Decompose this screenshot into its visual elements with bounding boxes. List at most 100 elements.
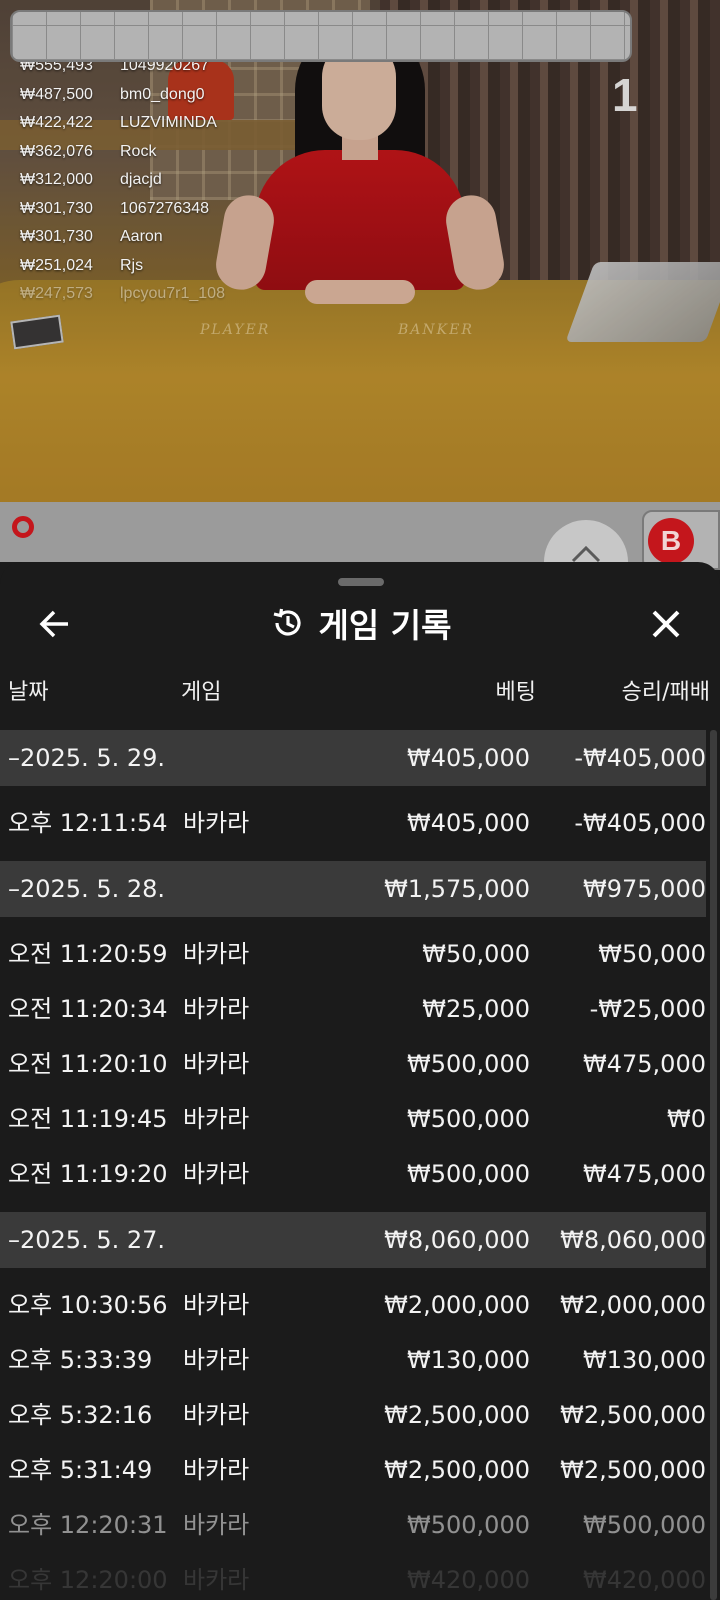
row-time: 오전 11:19:20 [8,1160,168,1188]
player-circle-icon [12,516,34,538]
column-header-game[interactable]: 게임 [181,674,221,706]
winner-amount: ₩247,573 [20,285,93,302]
history-row[interactable]: 오후 5:32:16 바카라 ₩2,500,000 ₩2,500,000 [0,1388,706,1443]
history-row[interactable]: 오후 12:20:00 바카라 ₩420,000 ₩420,000 [0,1553,706,1600]
winner-name: Aaron [120,228,163,245]
history-row[interactable]: 오전 11:20:10 바카라 ₩500,000 ₩475,000 [0,1037,706,1092]
row-result: ₩475,000 [583,1050,706,1078]
group-bet: ₩405,000 [407,744,530,772]
row-time: 오후 5:33:39 [8,1346,153,1374]
row-game: 바카라 [183,1050,250,1078]
row-time: 오전 11:20:59 [8,940,168,968]
row-game: 바카라 [183,1160,250,1188]
row-bet: ₩50,000 [422,940,530,968]
history-row[interactable]: 오전 11:20:59 바카라 ₩50,000 ₩50,000 [0,927,706,982]
row-game: 바카라 [183,1511,250,1539]
date-group-row[interactable]: –2025. 5. 29. ₩405,000 -₩405,000 [0,730,706,786]
row-bet: ₩25,000 [422,995,530,1023]
history-row[interactable]: 오후 5:33:39 바카라 ₩130,000 ₩130,000 [0,1333,706,1388]
date-group-row[interactable]: –2025. 5. 27. ₩8,060,000 ₩8,060,000 [0,1212,706,1268]
winner-name: bm0_dong0 [120,85,205,103]
row-time: 오후 12:20:31 [8,1511,168,1539]
row-game: 바카라 [183,809,250,837]
row-time: 오후 5:31:49 [8,1456,153,1484]
row-bet: ₩500,000 [407,1160,530,1188]
winner-name: 1067276348 [120,199,209,217]
row-result: ₩475,000 [583,1160,706,1188]
winner-name: Rjs [120,256,144,274]
history-icon [273,608,301,636]
winner-amount: ₩362,076 [20,142,93,160]
winner-amount: ₩301,730 [20,199,93,217]
row-game: 바카라 [183,1346,250,1374]
row-game: 바카라 [183,1456,250,1484]
group-date: –2025. 5. 29. [8,744,166,772]
history-row[interactable]: 오전 11:20:34 바카라 ₩25,000 -₩25,000 [0,982,706,1037]
row-game: 바카라 [183,940,250,968]
row-result: -₩405,000 [574,809,706,837]
date-group-row[interactable]: –2025. 5. 28. ₩1,575,000 ₩975,000 [0,861,706,917]
chevron-up-icon [571,545,601,563]
group-bet: ₩8,060,000 [384,1226,530,1254]
column-header-date[interactable]: 날짜 [8,674,48,706]
row-result: ₩2,500,000 [560,1456,706,1484]
close-button[interactable] [644,602,688,646]
row-time: 오후 10:30:56 [8,1291,168,1319]
history-row[interactable]: 오전 11:19:45 바카라 ₩500,000 ₩0 [0,1092,706,1147]
winner-row: ₩301,730 1067276348 [20,195,225,224]
row-bet: ₩2,000,000 [384,1291,530,1319]
winner-name: lpcyou7r1_108 [120,285,225,302]
column-header-bet[interactable]: 베팅 [496,674,536,706]
group-result: -₩405,000 [574,744,706,772]
winner-row: ₩362,076 Rock [20,138,225,167]
row-bet: ₩500,000 [407,1511,530,1539]
row-bet: ₩405,000 [407,809,530,837]
history-row[interactable]: 오전 11:19:20 바카라 ₩500,000 ₩475,000 [0,1147,706,1202]
row-time: 오전 11:19:45 [8,1105,168,1133]
row-time: 오전 11:20:34 [8,995,168,1023]
history-scrollbar[interactable] [710,730,717,1600]
row-result: ₩500,000 [583,1511,706,1539]
row-time: 오후 12:11:54 [8,809,168,837]
row-bet: ₩2,500,000 [384,1456,530,1484]
history-row[interactable]: 오후 5:31:49 바카라 ₩2,500,000 ₩2,500,000 [0,1443,706,1498]
column-header-result[interactable]: 승리/패배 [622,674,710,706]
winner-name: LUZVIMINDA [120,114,217,131]
row-game: 바카라 [183,995,250,1023]
close-icon [652,610,680,638]
row-bet: ₩500,000 [407,1050,530,1078]
history-row[interactable]: 오후 10:30:56 바카라 ₩2,000,000 ₩2,000,000 [0,1278,706,1333]
history-list: –2025. 5. 29. ₩405,000 -₩405,000 오후 12:1… [0,730,706,1600]
history-row[interactable]: 오후 12:11:54 바카라 ₩405,000 -₩405,000 [0,796,706,851]
row-result: ₩50,000 [598,940,706,968]
row-bet: ₩2,500,000 [384,1401,530,1429]
winner-row: ₩301,730 Aaron [20,223,225,252]
group-date: –2025. 5. 28. [8,875,166,903]
winner-amount: ₩422,422 [20,114,93,131]
winner-amount: ₩487,500 [20,85,93,103]
row-bet: ₩130,000 [407,1346,530,1374]
winner-amount: ₩251,024 [20,256,93,274]
sheet-header: 게임 기록 [0,598,720,648]
row-time: 오후 5:32:16 [8,1401,153,1429]
row-result: ₩2,000,000 [560,1291,706,1319]
history-row[interactable]: 오후 12:20:31 바카라 ₩500,000 ₩500,000 [0,1498,706,1553]
row-result: -₩25,000 [589,995,706,1023]
row-bet: ₩500,000 [407,1105,530,1133]
game-history-sheet: 게임 기록 날짜 게임 베팅 승리/패배 –2025. 5. 29. ₩405,… [0,562,720,1600]
sheet-title: 게임 기록 [318,606,452,645]
row-result: ₩130,000 [583,1346,706,1374]
banker-badge[interactable]: B [648,518,694,564]
winner-row: ₩251,024 Rjs [20,252,225,281]
bead-road-grid[interactable] [10,10,632,62]
group-result: ₩975,000 [583,875,706,903]
winner-name: djacjd [120,171,162,188]
row-time: 오전 11:20:10 [8,1050,168,1078]
group-result: ₩8,060,000 [560,1226,706,1254]
winner-row: ₩247,573 lpcyou7r1_108 [20,280,225,309]
winners-list: ₩555,493 1049920267 ₩487,500 bm0_dong0 ₩42… [20,52,225,309]
sheet-drag-handle[interactable] [338,578,384,586]
live-video: PLAYER BANKER 1 ₩555,493 1049920267 ₩487,… [0,0,720,502]
row-game: 바카라 [183,1401,250,1429]
group-bet: ₩1,575,000 [384,875,530,903]
